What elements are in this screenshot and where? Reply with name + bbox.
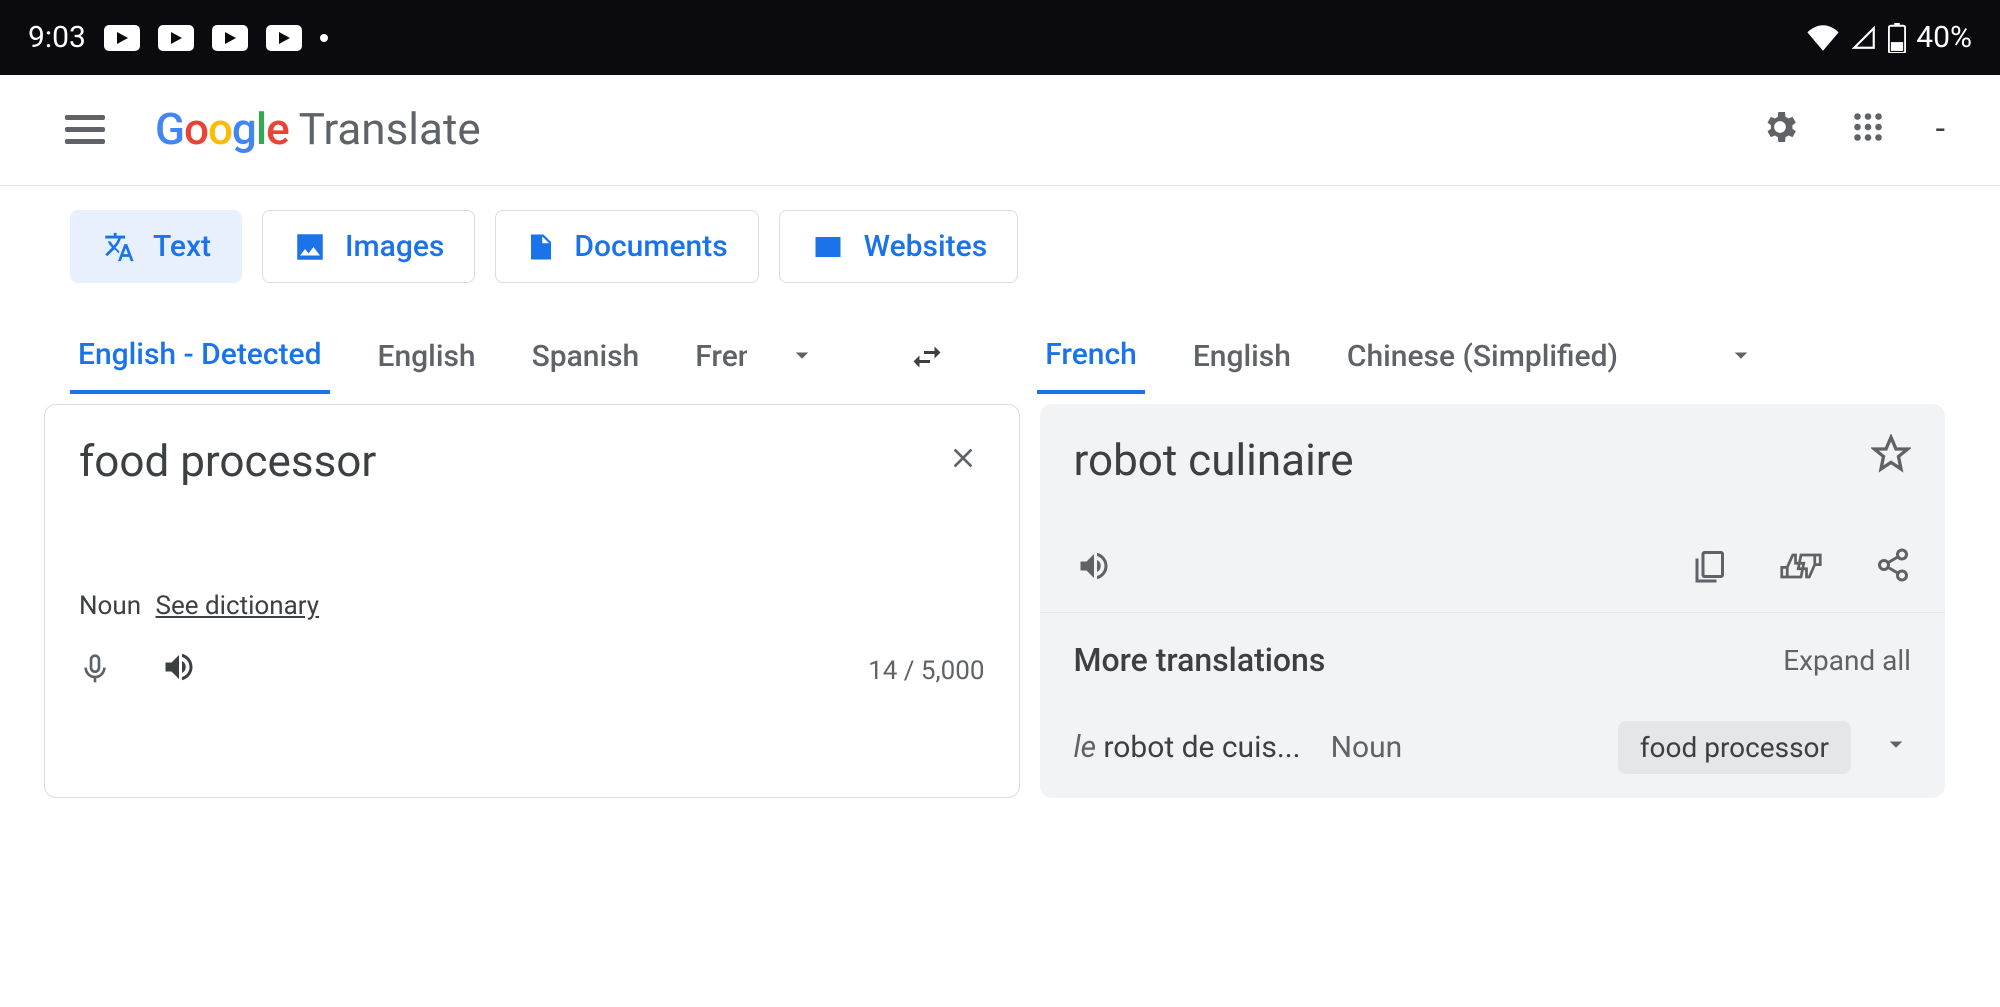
share-button[interactable]	[1875, 546, 1911, 590]
target-lang-option[interactable]: English	[1185, 325, 1299, 392]
cell-signal-icon	[1850, 25, 1878, 51]
part-of-speech: Noun	[79, 591, 141, 621]
settings-button[interactable]	[1760, 107, 1800, 151]
youtube-icon	[266, 25, 302, 51]
more-translations-header: More translations Expand all	[1040, 613, 1946, 707]
expand-all-button[interactable]: Expand all	[1783, 644, 1911, 677]
input-panel: Noun See dictionary 14 / 5,000	[44, 404, 1020, 798]
swap-languages-button[interactable]	[907, 339, 947, 379]
more-translations-label: More translations	[1074, 641, 1326, 679]
youtube-icon	[158, 25, 194, 51]
source-text-input[interactable]	[79, 435, 941, 585]
battery-percent: 40%	[1916, 20, 1972, 55]
tab-documents-label: Documents	[574, 229, 727, 264]
target-languages: French English Chinese (Simplified)	[1037, 323, 1756, 394]
notification-dot	[320, 34, 328, 42]
part-of-speech-row: Noun See dictionary	[79, 591, 985, 621]
menu-button[interactable]	[65, 115, 105, 144]
youtube-icon	[104, 25, 140, 51]
google-wordmark: Google	[155, 103, 289, 155]
expand-row-button[interactable]	[1881, 729, 1911, 767]
wifi-icon	[1806, 25, 1840, 51]
source-lang-option[interactable]: Spanish	[524, 325, 648, 392]
app-header: Google Translate -	[0, 75, 2000, 186]
target-lang-selected[interactable]: French	[1037, 323, 1145, 394]
source-lang-dropdown[interactable]	[787, 340, 817, 378]
logo[interactable]: Google Translate	[155, 103, 481, 155]
source-lang-detected[interactable]: English - Detected	[70, 323, 330, 394]
mic-button[interactable]	[79, 649, 111, 693]
output-panel: robot culinaire	[1040, 404, 1946, 798]
reverse-translation-chip: food processor	[1618, 721, 1851, 774]
source-languages: English - Detected English Spanish Fren	[70, 323, 817, 394]
tab-websites[interactable]: Websites	[779, 210, 1018, 283]
tab-websites-label: Websites	[864, 229, 987, 264]
copy-button[interactable]	[1691, 546, 1727, 590]
alternate-translation-text: le robot de cuis...	[1074, 730, 1301, 765]
feedback-button[interactable]	[1779, 546, 1823, 590]
source-lang-option[interactable]: English	[370, 325, 484, 392]
product-name: Translate	[299, 103, 481, 155]
battery-icon	[1888, 23, 1906, 53]
status-left: 9:03	[28, 20, 328, 55]
mode-tabs: Text Images Documents Websites	[0, 186, 2000, 283]
translation-text: robot culinaire	[1074, 434, 1354, 486]
character-count: 14 / 5,000	[868, 656, 984, 686]
account-placeholder[interactable]: -	[1936, 109, 1945, 149]
clear-input-button[interactable]	[941, 435, 985, 490]
tab-text-label: Text	[153, 229, 211, 264]
tab-images-label: Images	[345, 229, 444, 264]
language-selector-row: English - Detected English Spanish Fren …	[0, 283, 2000, 394]
speaker-input-button[interactable]	[159, 649, 199, 693]
source-lang-option[interactable]: Fren	[687, 325, 747, 392]
target-lang-dropdown[interactable]	[1726, 340, 1756, 378]
save-translation-button[interactable]	[1871, 434, 1911, 478]
alternate-translation-row[interactable]: le robot de cuis... Noun food processor	[1040, 707, 1946, 798]
apps-button[interactable]	[1850, 109, 1886, 149]
target-lang-option[interactable]: Chinese (Simplified)	[1339, 325, 1626, 392]
tab-images[interactable]: Images	[262, 210, 475, 283]
tab-documents[interactable]: Documents	[495, 210, 758, 283]
status-time: 9:03	[28, 20, 86, 55]
status-right: 40%	[1806, 20, 1972, 55]
tab-text[interactable]: Text	[70, 210, 242, 283]
youtube-icon	[212, 25, 248, 51]
speaker-output-button[interactable]	[1074, 548, 1114, 588]
see-dictionary-link[interactable]: See dictionary	[156, 591, 320, 621]
status-bar: 9:03 40%	[0, 0, 2000, 75]
alternate-pos: Noun	[1331, 730, 1403, 765]
